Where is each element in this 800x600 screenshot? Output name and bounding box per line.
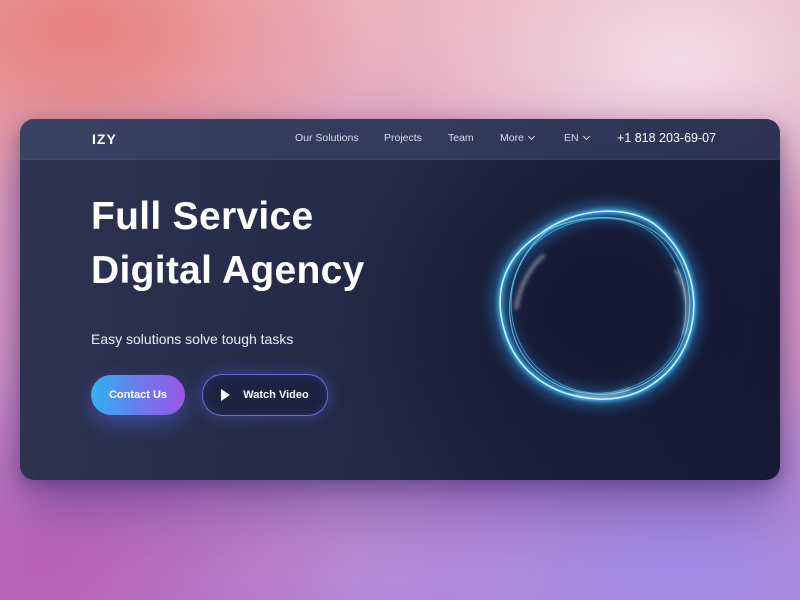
nav-item-label: Our Solutions	[295, 132, 359, 144]
hero-card: IZY Our Solutions Projects Team More EN …	[20, 119, 780, 480]
hero-title: Full Service Digital Agency	[91, 190, 365, 298]
nav-item-label: Projects	[384, 132, 422, 144]
contact-us-button[interactable]: Contact Us	[91, 375, 185, 415]
nav-item-label: Team	[448, 132, 474, 144]
watch-video-label: Watch Video	[243, 389, 309, 401]
language-label: EN	[564, 132, 579, 144]
phone-number[interactable]: +1 818 203-69-07	[617, 131, 716, 145]
nav-item-projects[interactable]: Projects	[384, 132, 422, 144]
glowing-ring-graphic	[493, 204, 701, 407]
watch-video-button[interactable]: Watch Video	[202, 374, 328, 416]
contact-us-label: Contact Us	[108, 389, 168, 401]
play-icon	[221, 389, 231, 401]
navbar: IZY Our Solutions Projects Team More EN …	[20, 119, 780, 160]
hero-title-line-2: Digital Agency	[91, 249, 365, 292]
logo[interactable]: IZY	[92, 131, 117, 147]
nav-item-more[interactable]: More	[500, 132, 535, 144]
nav-item-our-solutions[interactable]: Our Solutions	[295, 132, 359, 144]
nav-item-label: More	[500, 132, 524, 144]
hero-subtitle: Easy solutions solve tough tasks	[91, 331, 294, 347]
chevron-down-icon	[527, 132, 535, 141]
hero-title-line-1: Full Service	[91, 195, 314, 238]
chevron-down-icon	[582, 132, 590, 141]
language-selector[interactable]: EN	[564, 132, 590, 144]
nav-item-team[interactable]: Team	[448, 132, 474, 144]
